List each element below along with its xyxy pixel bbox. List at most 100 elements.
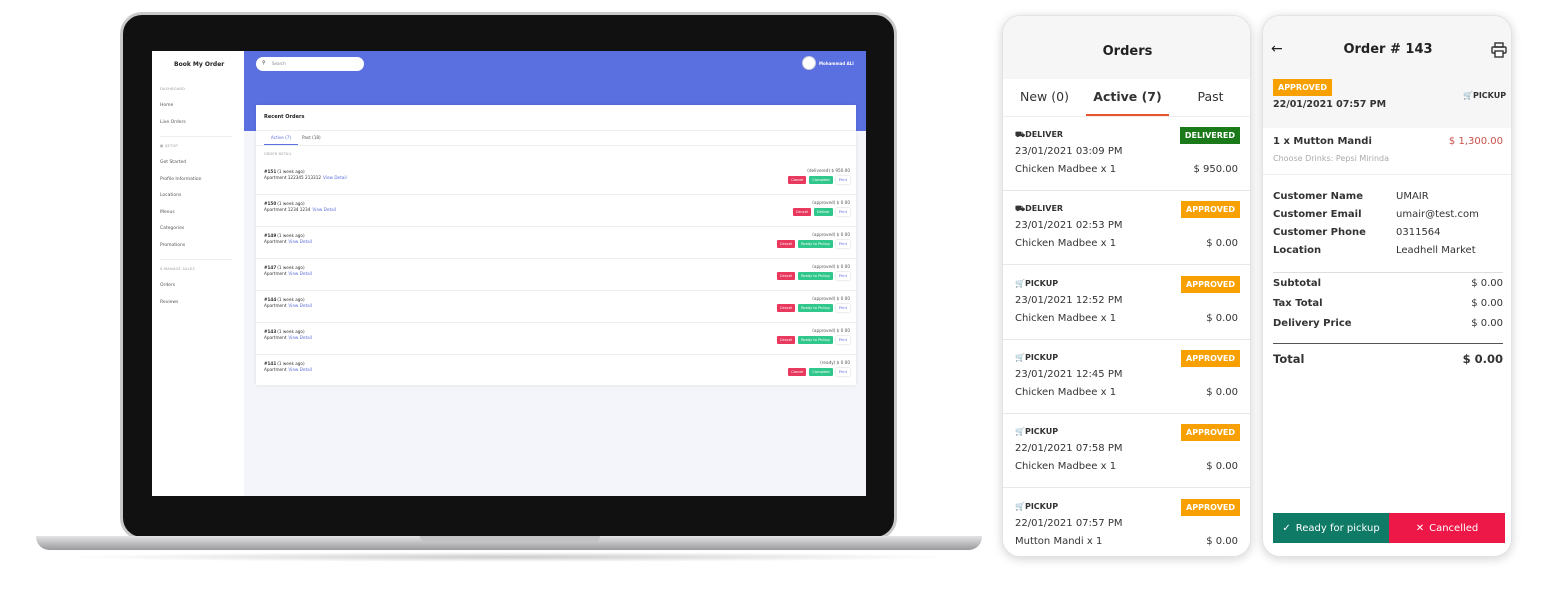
customer-field-label: Location xyxy=(1273,245,1322,256)
search-input[interactable]: ⚲ Search xyxy=(256,57,364,71)
order-title: Order # 143 xyxy=(1343,42,1433,57)
order-item: Mutton Mandi x 1 xyxy=(1015,535,1103,547)
print-button[interactable]: Print xyxy=(835,176,850,184)
order-actions: Cancel Complete Print xyxy=(788,176,850,184)
cancelled-button[interactable]: ✕ Cancelled xyxy=(1389,513,1505,543)
cancel-button[interactable]: Cancel xyxy=(776,336,796,344)
order-address: Apartment xyxy=(264,239,287,244)
order-date: 23/01/2021 02:53 PM xyxy=(1015,220,1123,232)
order-card[interactable]: 🛒PICKUP 22/01/2021 07:58 PM Chicken Madbee… xyxy=(1003,414,1250,489)
sidebar-item[interactable]: Get Started xyxy=(160,160,186,165)
ready-to-pickup-button[interactable]: Ready to Pickup xyxy=(798,336,833,344)
print-button[interactable]: Print xyxy=(835,336,850,344)
complete-button[interactable]: Complete xyxy=(809,176,833,184)
sidebar-item[interactable]: Promotions xyxy=(160,243,185,248)
complete-button[interactable]: Complete xyxy=(809,368,833,376)
cart-icon: 🛒 xyxy=(1015,278,1025,288)
order-status: (approved) $ 0.00 xyxy=(812,264,850,269)
print-button[interactable]: Print xyxy=(835,272,850,280)
tab-active[interactable]: Active (7) xyxy=(1086,79,1169,116)
order-status: (approved) $ 0.00 xyxy=(812,328,850,333)
ready-to-pickup-button[interactable]: Ready to Pickup xyxy=(798,304,833,312)
order-type-label: PICKUP xyxy=(1024,278,1059,288)
order-id: #147 xyxy=(264,265,277,270)
order-status: (approved) $ 0.00 xyxy=(812,200,850,205)
order-card[interactable]: 🛒PICKUP 22/01/2021 07:57 PM Mutton Mandi x… xyxy=(1003,488,1250,556)
order-card[interactable]: ⛟DELIVER 23/01/2021 02:53 PM Chicken Madbe… xyxy=(1003,191,1250,266)
sidebar-item[interactable]: Menus xyxy=(160,210,175,215)
view-detail-link[interactable]: View Detail xyxy=(288,303,312,308)
order-card[interactable]: ⛟DELIVER 23/01/2021 03:09 PM Chicken Madbe… xyxy=(1003,117,1250,191)
item-note: Choose Drinks: Pepsi Mirinda xyxy=(1273,154,1390,163)
customer-field-value: umair@test.com xyxy=(1396,209,1479,220)
ready-for-pickup-button[interactable]: ✓ Ready for pickup xyxy=(1273,513,1389,543)
total-value: $ 0.00 xyxy=(1462,352,1503,366)
order-type: 🛒PICKUP xyxy=(1015,502,1058,511)
tab-past[interactable]: Past (18) xyxy=(302,135,321,140)
print-button[interactable]: Print xyxy=(835,368,850,376)
user-menu[interactable]: Mohammad ALI xyxy=(802,56,854,70)
order-age: (1 week ago) xyxy=(277,265,305,270)
cancel-button[interactable]: Cancel xyxy=(788,176,807,184)
order-status: (delivered) $ 950.00 xyxy=(807,168,850,173)
total-row-value: $ 0.00 xyxy=(1471,298,1503,309)
order-type-label: DELIVER xyxy=(1025,130,1064,139)
order-row: #150(1 week ago) Apartment 1234 1234 View … xyxy=(256,195,856,227)
view-detail-link[interactable]: View Detail xyxy=(288,239,312,244)
tab-active[interactable]: Active (7) xyxy=(264,131,298,145)
order-age: (1 week ago) xyxy=(277,329,305,334)
sidebar-item[interactable]: Reviews xyxy=(160,300,178,305)
view-detail-link[interactable]: View Detail xyxy=(323,175,347,180)
order-address: Apartment xyxy=(264,335,287,340)
order-heading: #144(1 week ago) xyxy=(264,297,305,302)
print-button[interactable]: Print xyxy=(835,240,850,248)
order-date: 22/01/2021 07:58 PM xyxy=(1015,443,1123,455)
laptop-notch xyxy=(420,536,600,542)
sidebar-item[interactable]: Locations xyxy=(160,193,181,198)
view-detail-link[interactable]: View Detail xyxy=(312,207,336,212)
cancel-button[interactable]: Cancel xyxy=(776,272,796,280)
sidebar-item[interactable]: Profile Information xyxy=(160,177,201,182)
order-address-line: Apartment View Detail xyxy=(264,271,312,276)
cancel-button[interactable]: Cancel xyxy=(788,368,807,376)
divider xyxy=(256,145,856,146)
order-status: (approved) $ 0.00 xyxy=(812,232,850,237)
sidebar-item[interactable]: Home xyxy=(160,103,173,108)
cancel-button[interactable]: Cancel xyxy=(776,240,796,248)
cart-icon: 🛒 xyxy=(1015,352,1025,362)
order-type: 🛒PICKUP xyxy=(1015,353,1058,362)
cancel-button[interactable]: Cancel xyxy=(776,304,796,312)
card-title: Recent Orders xyxy=(264,114,305,120)
print-button[interactable]: Print xyxy=(835,208,850,216)
avatar xyxy=(802,56,816,70)
sidebar-item[interactable]: Live Orders xyxy=(160,120,186,125)
tab-past[interactable]: Past xyxy=(1169,79,1250,116)
ready-to-pickup-button[interactable]: Ready to Pickup xyxy=(798,272,833,280)
order-address-line: Apartment 1234 1234 View Detail xyxy=(264,207,336,212)
order-heading: #151(1 week ago) xyxy=(264,169,305,174)
printer-icon[interactable] xyxy=(1491,42,1507,58)
order-card[interactable]: 🛒PICKUP 23/01/2021 12:45 PM Chicken Madbee… xyxy=(1003,339,1250,414)
order-address-line: Apartment View Detail xyxy=(264,303,312,308)
deliver-button[interactable]: Deliver xyxy=(813,208,833,216)
order-actions: Cancel Ready to Pickup Print xyxy=(776,240,850,248)
search-placeholder: Search xyxy=(272,61,286,66)
total-row-label: Subtotal xyxy=(1273,278,1322,289)
sidebar-section-header: ▦ SETUP xyxy=(160,144,178,148)
orders-phone: Orders New (0) Active (7) Past ⛟DELIVER 2… xyxy=(1002,15,1251,557)
laptop-shadow xyxy=(60,552,960,562)
view-detail-link[interactable]: View Detail xyxy=(288,335,312,340)
ready-to-pickup-button[interactable]: Ready to Pickup xyxy=(798,240,833,248)
tab-new[interactable]: New (0) xyxy=(1003,79,1086,116)
order-id: #149 xyxy=(264,233,277,238)
order-item: Chicken Madbee x 1 xyxy=(1015,238,1117,250)
sidebar-item[interactable]: Categories xyxy=(160,226,184,231)
order-card[interactable]: 🛒PICKUP 23/01/2021 12:52 PM Chicken Madbee… xyxy=(1003,265,1250,340)
sidebar-item[interactable]: Orders xyxy=(160,283,175,288)
view-detail-link[interactable]: View Detail xyxy=(288,271,312,276)
print-button[interactable]: Print xyxy=(835,304,850,312)
cancel-button[interactable]: Cancel xyxy=(792,208,811,216)
divider xyxy=(256,130,856,131)
check-icon: ✓ xyxy=(1282,522,1291,534)
view-detail-link[interactable]: View Detail xyxy=(288,367,312,372)
